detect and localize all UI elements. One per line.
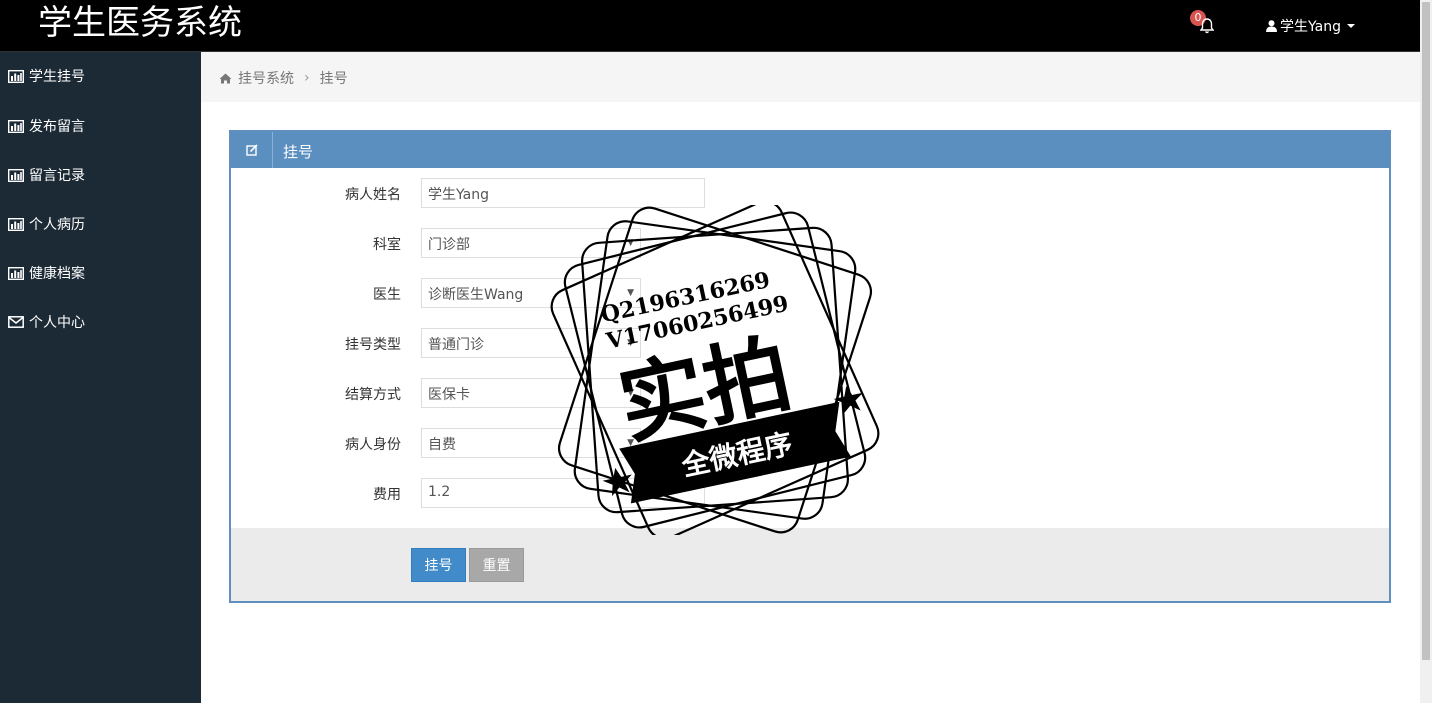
breadcrumb: 挂号系统 › 挂号 [219,68,348,88]
sidebar-item-message-records[interactable]: 留言记录 [8,163,85,187]
sidebar-item-label: 发布留言 [29,119,85,135]
bar-chart-icon [8,217,24,231]
department-label: 科室 [373,237,401,253]
doctor-value: 诊断医生Wang [428,287,524,303]
dropdown-arrow-icon: ▼ [627,388,634,398]
bell-icon [1200,18,1214,34]
patient-name-input[interactable]: 学生Yang [421,178,705,208]
sidebar-item-label: 留言记录 [29,168,85,184]
breadcrumb-separator: › [304,70,310,86]
form-row-department: 科室 门诊部 ▼ [231,228,1389,258]
top-navbar: 学生医务系统 0 学生Yang [0,0,1420,52]
department-select[interactable]: 门诊部 ▼ [421,228,641,258]
department-value: 门诊部 [428,237,470,253]
payment-method-value: 医保卡 [428,387,470,403]
form-row-patient-identity: 病人身份 自费 ▼ [231,428,1389,458]
registration-panel: 挂号 病人姓名 学生Yang 科室 门诊部 ▼ 医生 诊断医生Wang ▼ 挂号… [229,130,1391,603]
user-name: 学生Yang [1280,19,1341,35]
user-icon [1266,20,1277,32]
payment-method-select[interactable]: 医保卡 ▼ [421,378,641,408]
patient-identity-label: 病人身份 [345,437,401,453]
sidebar-item-student-registration[interactable]: 学生挂号 [8,64,85,88]
sidebar-item-label: 个人中心 [29,315,85,331]
doctor-label: 医生 [373,287,401,303]
patient-identity-value: 自费 [428,437,456,453]
form-row-payment-method: 结算方式 医保卡 ▼ [231,378,1389,408]
breadcrumb-root[interactable]: 挂号系统 [238,68,294,88]
fee-label: 费用 [373,487,401,503]
panel-header-icon-box [231,132,273,168]
dropdown-arrow-icon: ▼ [627,288,634,298]
dropdown-arrow-icon: ▼ [627,238,634,248]
edit-icon [245,144,258,156]
envelope-icon [8,316,24,328]
notifications-button[interactable]: 0 [1190,10,1220,36]
sidebar-item-label: 学生挂号 [29,69,85,85]
form-row-patient-name: 病人姓名 学生Yang [231,178,1389,208]
sidebar-item-label: 健康档案 [29,266,85,282]
form-row-registration-type: 挂号类型 普通门诊 ▼ [231,328,1389,358]
bar-chart-icon [8,119,24,133]
form-row-fee: 费用 1.2 [231,478,1389,508]
sidebar-item-post-message[interactable]: 发布留言 [8,114,85,138]
doctor-select[interactable]: 诊断医生Wang ▼ [421,278,641,308]
user-menu[interactable]: 学生Yang [1266,16,1355,36]
sidebar-item-personal-center[interactable]: 个人中心 [8,310,85,334]
registration-type-select[interactable]: 普通门诊 ▼ [421,328,641,358]
form-actions: 挂号 重置 [231,528,1389,601]
breadcrumb-bar: 挂号系统 › 挂号 [201,52,1420,102]
bar-chart-icon [8,266,24,280]
patient-identity-select[interactable]: 自费 ▼ [421,428,641,458]
reset-button[interactable]: 重置 [469,548,524,582]
panel-title: 挂号 [283,143,314,161]
home-icon [219,73,232,83]
fee-input[interactable]: 1.2 [421,478,705,508]
caret-down-icon [1346,24,1355,28]
breadcrumb-current: 挂号 [319,71,348,87]
registration-type-label: 挂号类型 [345,337,401,353]
patient-name-label: 病人姓名 [345,187,401,203]
sidebar: 学生挂号 发布留言 留言记录 个人病历 健康档案 个人中心 [0,52,201,703]
registration-type-value: 普通门诊 [428,337,484,353]
sidebar-item-label: 个人病历 [29,217,85,233]
panel-header: 挂号 [231,132,1389,168]
sidebar-item-health-file[interactable]: 健康档案 [8,261,85,285]
app-title: 学生医务系统 [38,3,242,43]
form-row-doctor: 医生 诊断医生Wang ▼ [231,278,1389,308]
payment-method-label: 结算方式 [345,387,401,403]
sidebar-item-medical-records[interactable]: 个人病历 [8,212,85,236]
bar-chart-icon [8,168,24,182]
scrollbar-thumb[interactable] [1422,2,1430,660]
dropdown-arrow-icon: ▼ [627,338,634,348]
submit-registration-button[interactable]: 挂号 [411,548,466,582]
vertical-scrollbar[interactable] [1420,0,1432,703]
bar-chart-icon [8,69,24,83]
dropdown-arrow-icon: ▼ [627,438,634,448]
